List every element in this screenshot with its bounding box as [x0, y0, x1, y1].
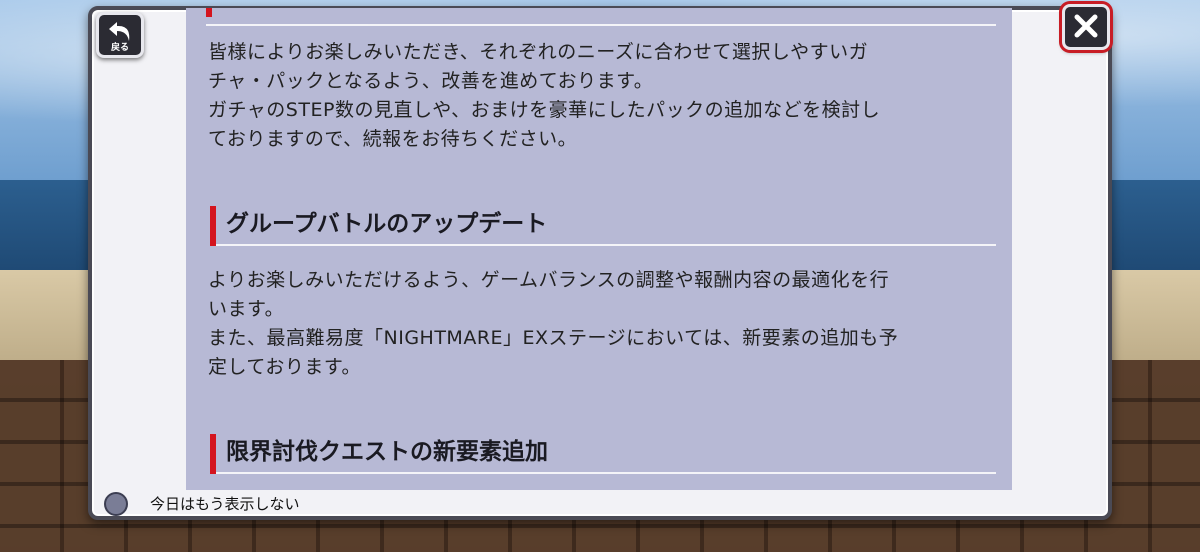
- paragraph-line: います。: [208, 298, 285, 320]
- heading-accent-bar: [210, 434, 216, 474]
- heading-accent-bar: [206, 8, 212, 17]
- dont-show-today-label: 今日はもう表示しない: [150, 495, 300, 513]
- paragraph-line: ガチャのSTEP数の見直しや、おまけを豪華にしたパックの追加などを検討し: [208, 99, 881, 121]
- section-paragraph: 皆様によりお楽しみいただき、それぞれのニーズに合わせて選択しやすいガ チャ・パッ…: [208, 38, 880, 154]
- dont-show-today-checkbox[interactable]: [104, 492, 128, 516]
- section-heading: 限界討伐クエストの新要素追加: [210, 434, 996, 474]
- paragraph-line: 皆様によりお楽しみいただき、それぞれのニーズに合わせて選択しやすいガ: [208, 41, 869, 63]
- close-button[interactable]: [1062, 4, 1110, 50]
- paragraph-line: チャ・パックとなるよう、改善を進めております。: [208, 70, 654, 92]
- paragraph-line: ておりますので、続報をお待ちください。: [208, 128, 578, 150]
- section-heading-text: グループバトルのアップデート: [226, 211, 548, 237]
- heading-accent-bar: [210, 206, 216, 246]
- notice-content-panel[interactable]: 皆様によりお楽しみいただき、それぞれのニーズに合わせて選択しやすいガ チャ・パッ…: [186, 8, 1012, 490]
- back-button-label: 戻る: [110, 43, 129, 53]
- dialog-footer: 今日はもう表示しない: [92, 490, 1108, 518]
- paragraph-line: よりお楽しみいただけるよう、ゲームバランスの調整や報酬内容の最適化を行: [208, 269, 890, 291]
- section-heading: グループバトルのアップデート: [210, 206, 996, 246]
- back-button[interactable]: 戻る: [96, 12, 144, 58]
- paragraph-line: 定しております。: [208, 356, 361, 378]
- section-paragraph: よりお楽しみいただけるよう、ゲームバランスの調整や報酬内容の最適化を行 います。…: [208, 266, 898, 382]
- section-divider: [206, 8, 996, 26]
- section-heading-text: 限界討伐クエストの新要素追加: [226, 439, 548, 465]
- paragraph-line: また、最高難易度「NIGHTMARE」EXステージにおいては、新要素の追加も予: [208, 327, 899, 349]
